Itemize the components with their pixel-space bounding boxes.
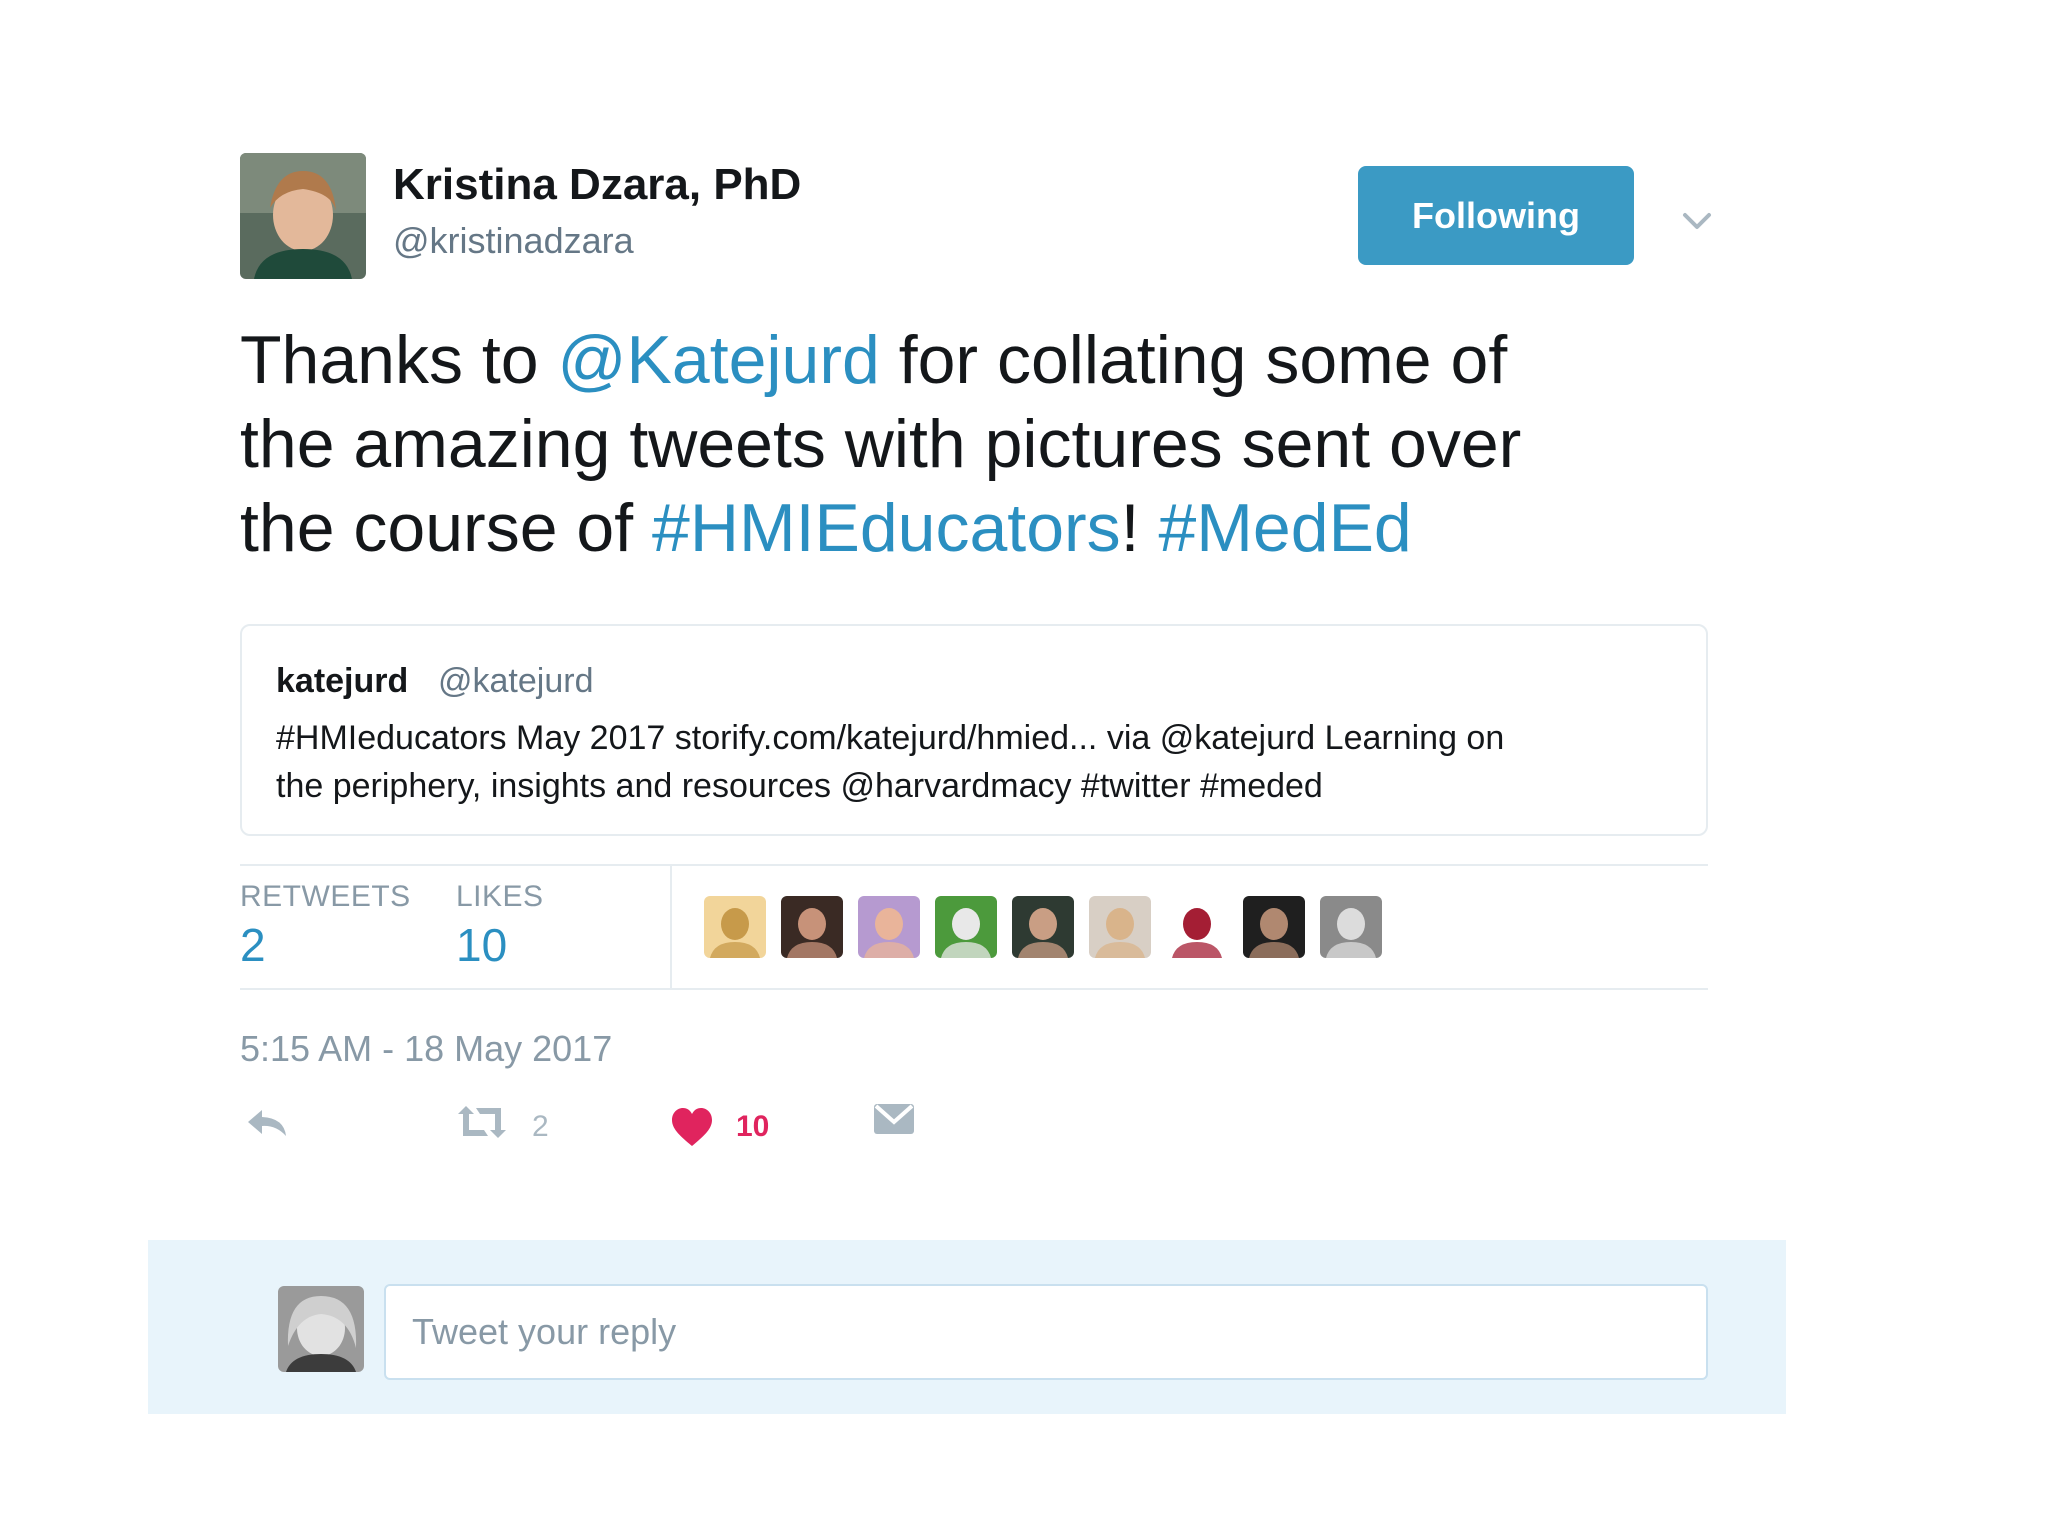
tweet-text-line: the course of #HMIEducators! #MedEd [240, 486, 1640, 570]
tweet-text-segment: ! [1120, 490, 1159, 566]
current-user-avatar[interactable] [278, 1286, 364, 1372]
tweet-reply-input[interactable] [384, 1284, 1708, 1380]
chevron-down-icon[interactable] [1680, 204, 1714, 238]
stats-vertical-divider [670, 866, 672, 988]
retweet-icon [458, 1106, 506, 1138]
liker-avatar-5[interactable] [1012, 896, 1074, 958]
heart-icon [672, 1108, 712, 1146]
quoted-author-handle: @katejurd [438, 662, 594, 700]
reply-icon [248, 1110, 286, 1136]
tweet-text-segment: Thanks to [240, 322, 558, 398]
stats-top-divider [240, 864, 1708, 866]
retweets-label[interactable]: RETWEETS [240, 880, 411, 914]
tweet-timestamp[interactable]: 5:15 AM - 18 May 2017 [240, 1028, 612, 1070]
tweet-text: Thanks to @Katejurd for collating some o… [240, 318, 1640, 570]
quoted-tweet-text: #HMIeducators May 2017 storify.com/katej… [276, 714, 1696, 810]
tweet-page: Kristina Dzara, PhD @kristinadzara Follo… [0, 0, 2048, 1536]
liker-avatar-4[interactable] [935, 896, 997, 958]
likes-count[interactable]: 10 [456, 918, 507, 972]
tweet-text-segment: for collating some of [879, 322, 1508, 398]
author-name[interactable]: Kristina Dzara, PhD [393, 160, 801, 210]
following-button[interactable]: Following [1358, 166, 1634, 265]
liker-avatar-3[interactable] [858, 896, 920, 958]
retweet-action-count: 2 [532, 1110, 549, 1143]
stats-bottom-divider [240, 988, 1708, 990]
retweet-action[interactable]: 2 [454, 1100, 574, 1150]
tweet-text-line: Thanks to @Katejurd for collating some o… [240, 318, 1640, 402]
like-action[interactable]: 10 [670, 1100, 790, 1150]
liker-avatar-1[interactable] [704, 896, 766, 958]
liker-avatar-6[interactable] [1089, 896, 1151, 958]
like-action-count: 10 [736, 1110, 770, 1143]
liker-avatar-9[interactable] [1320, 896, 1382, 958]
direct-message-action[interactable] [872, 1100, 920, 1150]
retweets-count[interactable]: 2 [240, 918, 266, 972]
author-avatar[interactable] [240, 153, 366, 279]
quoted-tweet[interactable]: katejurd @katejurd #HMIeducators May 201… [240, 624, 1708, 836]
tweet-text-segment: the course of [240, 490, 653, 566]
direct-message-icon [874, 1104, 914, 1134]
quoted-tweet-line: #HMIeducators May 2017 storify.com/katej… [276, 719, 1505, 757]
reply-action[interactable] [244, 1100, 294, 1150]
likes-label[interactable]: LIKES [456, 880, 544, 914]
hashtag-link[interactable]: #HMIEducators [652, 490, 1121, 566]
hashtag-link[interactable]: #MedEd [1158, 490, 1411, 566]
liker-avatar-2[interactable] [781, 896, 843, 958]
author-handle[interactable]: @kristinadzara [393, 220, 634, 262]
mention-link[interactable]: @Katejurd [558, 322, 880, 398]
tweet-text-line: the amazing tweets with pictures sent ov… [240, 402, 1640, 486]
liker-avatar-8[interactable] [1243, 896, 1305, 958]
tweet-text-segment: the amazing tweets with pictures sent ov… [240, 406, 1522, 482]
quoted-tweet-line: the periphery, insights and resources @h… [276, 767, 1323, 805]
liker-avatar-7[interactable] [1166, 896, 1228, 958]
quoted-author-name: katejurd [276, 662, 409, 700]
